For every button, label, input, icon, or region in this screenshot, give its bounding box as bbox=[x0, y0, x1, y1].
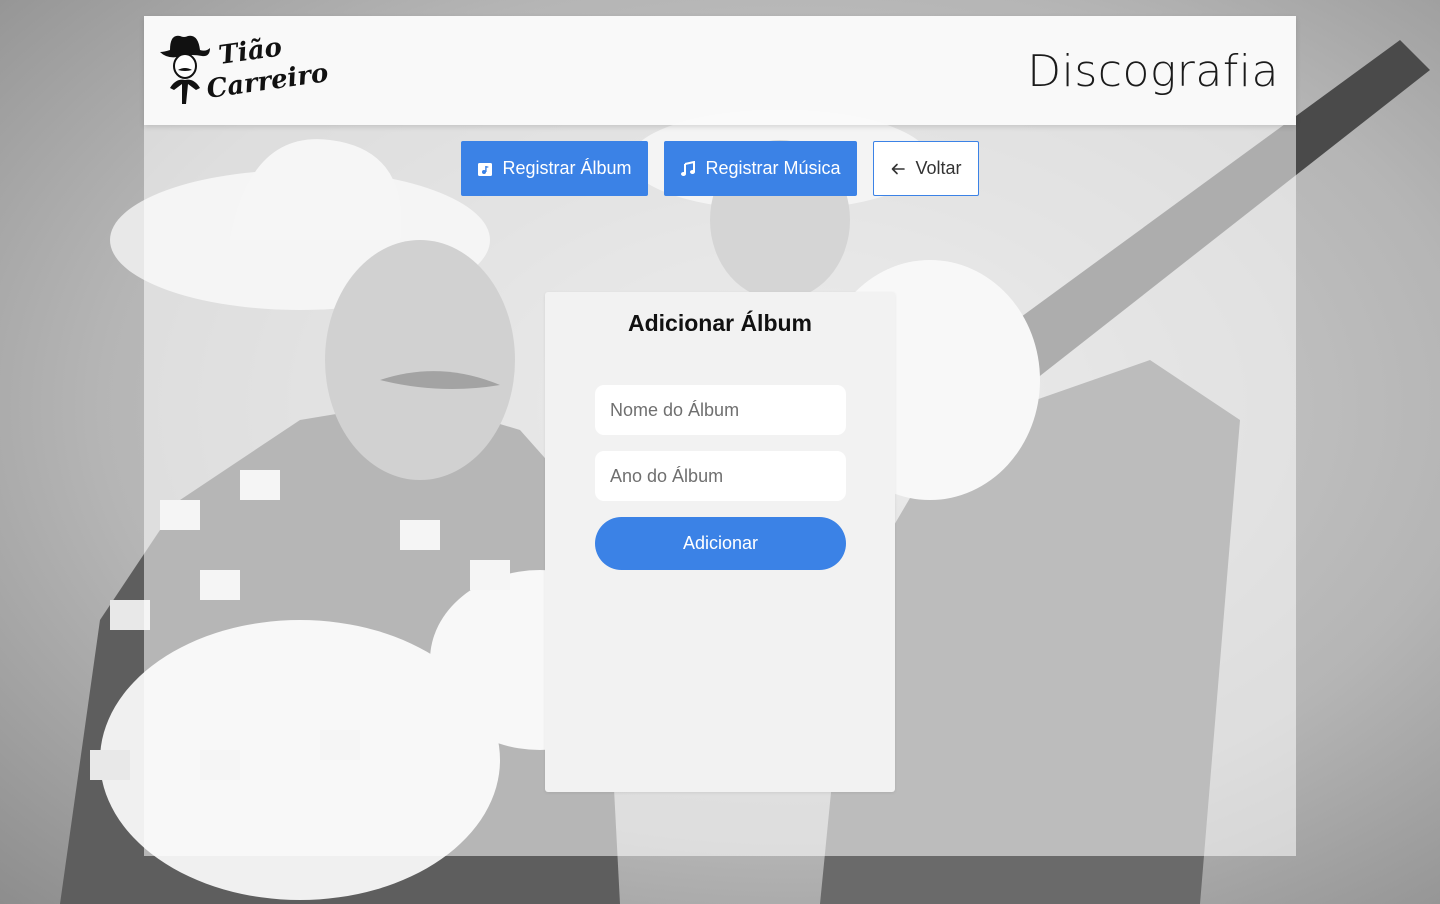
album-plus-icon bbox=[477, 161, 493, 177]
register-song-label: Registrar Música bbox=[705, 158, 841, 178]
card-title: Adicionar Álbum bbox=[627, 310, 812, 336]
add-album-card: Adicionar Álbum Adicionar bbox=[545, 292, 895, 792]
register-album-label: Registrar Álbum bbox=[502, 158, 632, 178]
music-note-icon bbox=[680, 160, 696, 177]
arrow-left-icon bbox=[890, 161, 906, 177]
back-button[interactable]: Voltar bbox=[873, 141, 979, 196]
add-album-submit-button[interactable]: Adicionar bbox=[595, 517, 846, 570]
register-album-button[interactable]: Registrar Álbum bbox=[461, 141, 648, 196]
page-container: Tião Carreiro Discografia Registrar Álbu… bbox=[144, 16, 1296, 856]
album-year-input[interactable] bbox=[595, 451, 846, 501]
tiao-carreiro-logo[interactable]: Tião Carreiro bbox=[158, 30, 330, 108]
page-title: Discografia bbox=[1027, 46, 1279, 97]
back-label: Voltar bbox=[915, 158, 962, 178]
album-name-input[interactable] bbox=[595, 385, 846, 435]
header-bar: Tião Carreiro Discografia bbox=[144, 16, 1296, 125]
register-song-button[interactable]: Registrar Música bbox=[664, 141, 857, 196]
